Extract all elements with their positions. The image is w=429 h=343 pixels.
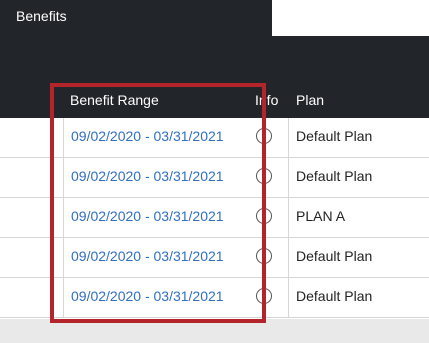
column-header-plan[interactable]: Plan [296, 92, 324, 108]
table-row: 09/02/2020 - 03/31/2021 PLAN A [0, 198, 429, 238]
column-divider [288, 198, 289, 237]
plan-name: Default Plan [296, 128, 373, 144]
benefit-range-link[interactable]: 09/02/2020 - 03/31/2021 [71, 208, 224, 224]
column-divider [288, 278, 289, 317]
table-row: 09/02/2020 - 03/31/2021 Default Plan [0, 278, 429, 318]
column-divider [63, 118, 64, 157]
table-header-band [0, 36, 429, 118]
table-row: 09/02/2020 - 03/31/2021 Default Plan [0, 238, 429, 278]
app-header: Benefits [0, 0, 272, 36]
plan-name: Default Plan [296, 248, 373, 264]
table-row: 09/02/2020 - 03/31/2021 Default Plan [0, 158, 429, 198]
benefit-range-link[interactable]: 09/02/2020 - 03/31/2021 [71, 288, 224, 304]
column-divider [288, 118, 289, 157]
info-icon[interactable] [256, 288, 272, 304]
column-divider [63, 158, 64, 197]
plan-name: PLAN A [296, 208, 346, 224]
info-icon[interactable] [256, 128, 272, 144]
info-icon[interactable] [256, 208, 272, 224]
benefits-table: 09/02/2020 - 03/31/2021 Default Plan 09/… [0, 118, 429, 318]
page-title: Benefits [16, 8, 67, 24]
benefit-range-link[interactable]: 09/02/2020 - 03/31/2021 [71, 168, 224, 184]
benefit-range-link[interactable]: 09/02/2020 - 03/31/2021 [71, 128, 224, 144]
info-icon[interactable] [256, 248, 272, 264]
plan-name: Default Plan [296, 288, 373, 304]
column-header-benefit-range[interactable]: Benefit Range [70, 92, 159, 108]
info-icon[interactable] [256, 168, 272, 184]
column-divider [288, 238, 289, 277]
column-header-info[interactable]: Info [255, 92, 278, 108]
column-divider [63, 278, 64, 317]
column-divider [288, 158, 289, 197]
plan-name: Default Plan [296, 168, 373, 184]
table-footer [0, 319, 429, 343]
column-divider [63, 238, 64, 277]
column-divider [63, 198, 64, 237]
benefit-range-link[interactable]: 09/02/2020 - 03/31/2021 [71, 248, 224, 264]
table-row: 09/02/2020 - 03/31/2021 Default Plan [0, 118, 429, 158]
